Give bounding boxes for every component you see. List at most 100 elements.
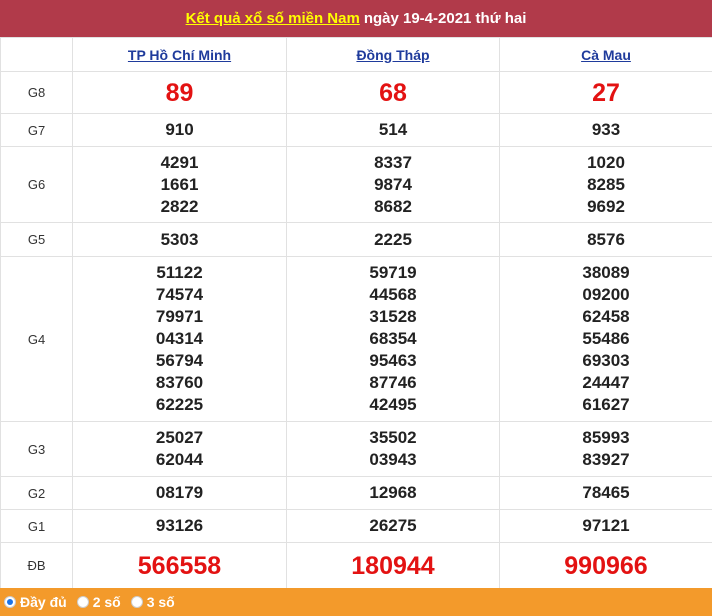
prize-number: 9692 (587, 196, 625, 216)
prize-cell: 51122 74574 79971 04314 56794 83760 62225 (72, 256, 287, 422)
prize-cell: 35502 03943 (286, 421, 500, 477)
display-option-label: 2 số (92, 594, 121, 610)
display-option-0[interactable]: Đầy đủ (4, 594, 67, 610)
prize-number: 95463 (369, 351, 417, 370)
province-link-hcm[interactable]: TP Hồ Chí Minh (128, 47, 231, 63)
prize-body: G8 89 68 27 G7 910 514 933 G6 4291 1661 2822 8337 987… (0, 71, 712, 589)
province-link-ca-mau[interactable]: Cà Mau (581, 47, 631, 63)
prize-number: 55486 (582, 329, 630, 348)
prize-number: 5303 (160, 229, 199, 249)
header-empty (0, 37, 73, 72)
title-bar: Kết quả xổ số miền Nam ngày 19-4-2021 th… (0, 0, 712, 37)
display-option-1[interactable]: 2 số (76, 594, 121, 610)
results-date: ngày 19-4-2021 thứ hai (363, 10, 527, 27)
display-option-2[interactable]: 3 số (130, 594, 175, 610)
prize-cell: 933 (499, 113, 712, 147)
prize-number: 42495 (369, 395, 417, 414)
prize-number: 03943 (369, 450, 417, 469)
prize-number: 12968 (369, 483, 417, 502)
prize-cell: 89 (72, 71, 287, 114)
prize-number: 51122 (156, 263, 203, 282)
prize-number: 69303 (582, 351, 630, 370)
prize-cell: 25027 62044 (72, 421, 287, 477)
prize-number: 78465 (582, 483, 630, 502)
display-option-label: 3 số (146, 594, 175, 610)
prize-label: ĐB (0, 542, 73, 589)
prize-cell: 38089 09200 62458 55486 69303 24447 61627 (499, 256, 712, 422)
prize-label: G7 (0, 113, 73, 147)
prize-row-g8: G8 89 68 27 (0, 71, 712, 114)
prize-number: 79971 (155, 307, 204, 326)
province-header-hcm: TP Hồ Chí Minh (72, 37, 287, 72)
prize-number: 09200 (582, 285, 630, 304)
prize-number: 97121 (582, 516, 630, 535)
prize-cell: 26275 (286, 509, 500, 543)
prize-cell: 85993 83927 (499, 421, 712, 477)
radio-icon[interactable] (130, 596, 143, 608)
prize-number: 83927 (582, 450, 630, 469)
prize-cell: 2225 (286, 222, 500, 257)
prize-row-g5: G5 5303 2225 8576 (0, 222, 712, 257)
prize-number: 2822 (160, 196, 199, 216)
prize-number: 44568 (369, 285, 417, 304)
prize-cell: 27 (499, 71, 712, 114)
prize-cell: 12968 (286, 476, 500, 510)
prize-cell: 97121 (499, 509, 712, 543)
prize-label: G5 (0, 222, 73, 257)
prize-label: G4 (0, 256, 73, 422)
prize-cell: 08179 (72, 476, 287, 510)
prize-number: 514 (378, 120, 408, 139)
province-link-dong-thap[interactable]: Đồng Tháp (356, 47, 429, 63)
prize-number: 4291 (160, 152, 199, 172)
results-title-link[interactable]: Kết quả xổ số miền Nam (186, 10, 360, 27)
prize-number: 26275 (369, 516, 417, 535)
results-table: TP Hồ Chí Minh Đồng Tháp Cà Mau G8 89 68 27… (0, 37, 712, 589)
prize-number: 04314 (155, 329, 204, 348)
prize-row-g1: G1 93126 26275 97121 (0, 509, 712, 543)
prize-number: 62044 (155, 450, 204, 469)
prize-number: 68 (379, 78, 407, 107)
prize-number: 180944 (351, 551, 435, 580)
prize-number: 62458 (582, 307, 630, 326)
prize-number: 89 (165, 78, 194, 107)
prize-number: 27 (592, 78, 620, 107)
prize-number: 31528 (369, 307, 417, 326)
prize-cell: 8576 (499, 222, 712, 257)
prize-number: 8682 (374, 196, 412, 216)
radio-icon[interactable] (4, 596, 16, 608)
prize-label: G3 (0, 421, 73, 477)
prize-cell: 78465 (499, 476, 712, 510)
prize-row-g4: G4 51122 74574 79971 04314 56794 83760 62225 597… (0, 256, 712, 422)
prize-row-g3: G3 25027 62044 35502 03943 85993 83927 (0, 421, 712, 477)
province-header-row: TP Hồ Chí Minh Đồng Tháp Cà Mau (0, 37, 712, 72)
province-header-dong-thap: Đồng Tháp (286, 37, 500, 72)
prize-number: 85993 (582, 428, 630, 447)
prize-number: 62225 (155, 395, 204, 414)
prize-label: G8 (0, 71, 73, 114)
prize-label: G1 (0, 509, 73, 543)
prize-cell: 4291 1661 2822 (72, 146, 287, 223)
prize-cell: 68 (286, 71, 500, 114)
prize-label: G6 (0, 146, 73, 223)
prize-number: 9874 (374, 174, 412, 194)
prize-number: 2225 (374, 229, 412, 249)
prize-cell: 8337 9874 8682 (286, 146, 500, 223)
prize-number: 59719 (369, 263, 417, 282)
prize-number: 25027 (155, 428, 204, 447)
prize-number: 93126 (155, 516, 204, 535)
prize-number: 35502 (369, 428, 417, 447)
prize-number: 1020 (587, 152, 625, 172)
prize-cell: 566558 (72, 542, 287, 589)
radio-icon[interactable] (76, 596, 89, 608)
prize-number: 68354 (369, 329, 417, 348)
prize-cell: 59719 44568 31528 68354 95463 87746 42495 (286, 256, 500, 422)
prize-number: 990966 (564, 551, 648, 580)
prize-cell: 1020 8285 9692 (499, 146, 712, 223)
lottery-results-page: Kết quả xổ số miền Nam ngày 19-4-2021 th… (0, 0, 712, 616)
prize-number: 74574 (155, 285, 204, 304)
prize-number: 24447 (582, 373, 630, 392)
prize-cell: 93126 (72, 509, 287, 543)
prize-number: 8337 (374, 152, 412, 172)
prize-cell: 514 (286, 113, 500, 147)
prize-number: 910 (165, 120, 194, 139)
